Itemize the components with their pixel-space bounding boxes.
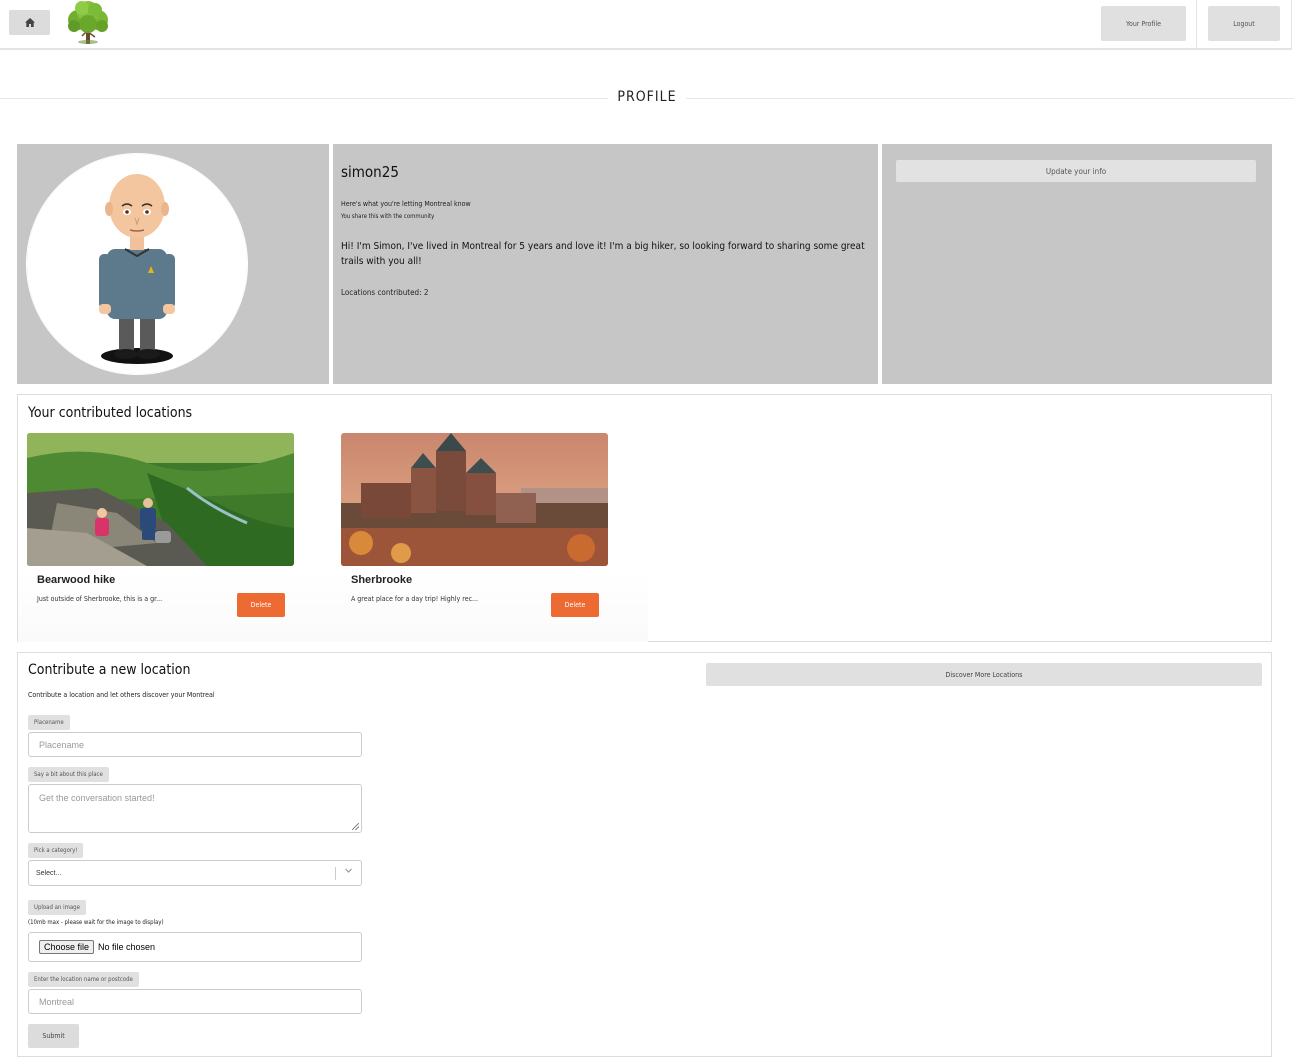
contributed-locations-section: Your contributed locations Bearwood hike…: [17, 394, 1272, 642]
username: simon25: [341, 163, 399, 181]
file-status: No file chosen: [98, 942, 156, 952]
about-textarea[interactable]: Get the conversation started!: [28, 784, 362, 833]
about-placeholder: Get the conversation started!: [39, 793, 155, 803]
category-value: Select...: [36, 869, 62, 877]
location-name: Bearwood hike: [37, 574, 116, 586]
page-title: PROFILE: [608, 89, 686, 105]
placename-label: Placename: [28, 715, 70, 730]
category-select[interactable]: Select...: [28, 860, 362, 886]
tree-logo[interactable]: [62, 0, 114, 46]
chevron-down-icon[interactable]: [344, 866, 353, 877]
your-profile-button[interactable]: Your Profile: [1101, 6, 1186, 41]
nav-divider: [1196, 0, 1197, 50]
location-description: Just outside of Sherbrooke, this is a gr…: [37, 595, 163, 603]
upload-label: Upload an image: [28, 900, 86, 915]
location-card[interactable]: Bearwood hike Just outside of Sherbrooke…: [27, 433, 294, 617]
sharing-subheading: You share this with the community: [341, 213, 435, 220]
location-input[interactable]: Montreal: [28, 989, 362, 1014]
delete-button[interactable]: Delete: [551, 593, 599, 617]
resize-handle[interactable]: [352, 823, 359, 830]
avatar: [26, 153, 248, 375]
location-image: [27, 433, 294, 566]
home-icon: [24, 18, 35, 27]
top-nav: Your Profile Logout: [0, 0, 1292, 50]
delete-button[interactable]: Delete: [237, 593, 285, 617]
contribute-location-section: Contribute a new location Contribute a l…: [17, 652, 1272, 1057]
location-description: A great place for a day trip! Highly rec…: [351, 595, 479, 603]
location-image: [341, 433, 608, 566]
sharing-heading: Here's what you're letting Montreal know: [341, 200, 471, 208]
placename-input[interactable]: Placename: [28, 732, 362, 757]
select-separator: [335, 867, 336, 880]
choose-file-button[interactable]: Choose file: [39, 940, 95, 954]
bio-text: Hi! I'm Simon, I've lived in Montreal fo…: [341, 241, 865, 267]
section-heading: Contribute a new location: [28, 662, 191, 678]
profile-info-panel: simon25 Here's what you're letting Montr…: [333, 144, 878, 384]
location-label: Enter the location name or postcode: [28, 972, 139, 987]
discover-more-button[interactable]: Discover More Locations: [706, 663, 1262, 686]
category-label: Pick a category!: [28, 843, 84, 858]
logout-button[interactable]: Logout: [1208, 6, 1280, 41]
profile-actions-panel: Update your info: [882, 144, 1272, 384]
image-upload-input[interactable]: Choose file No file chosen: [28, 932, 362, 962]
section-subheading: Contribute a location and let others dis…: [28, 691, 215, 699]
upload-note: (10mb max - please wait for the image to…: [28, 919, 164, 926]
submit-button[interactable]: Submit: [28, 1024, 79, 1048]
about-label: Say a bit about this place: [28, 767, 109, 782]
locations-count: Locations contributed: 2: [341, 288, 429, 297]
home-button[interactable]: [9, 10, 50, 35]
location-name: Sherbrooke: [351, 574, 413, 586]
location-card[interactable]: Sherbrooke A great place for a day trip!…: [341, 433, 608, 617]
update-info-button[interactable]: Update your info: [896, 160, 1256, 182]
avatar-panel: [17, 144, 329, 384]
section-heading: Your contributed locations: [28, 405, 193, 421]
